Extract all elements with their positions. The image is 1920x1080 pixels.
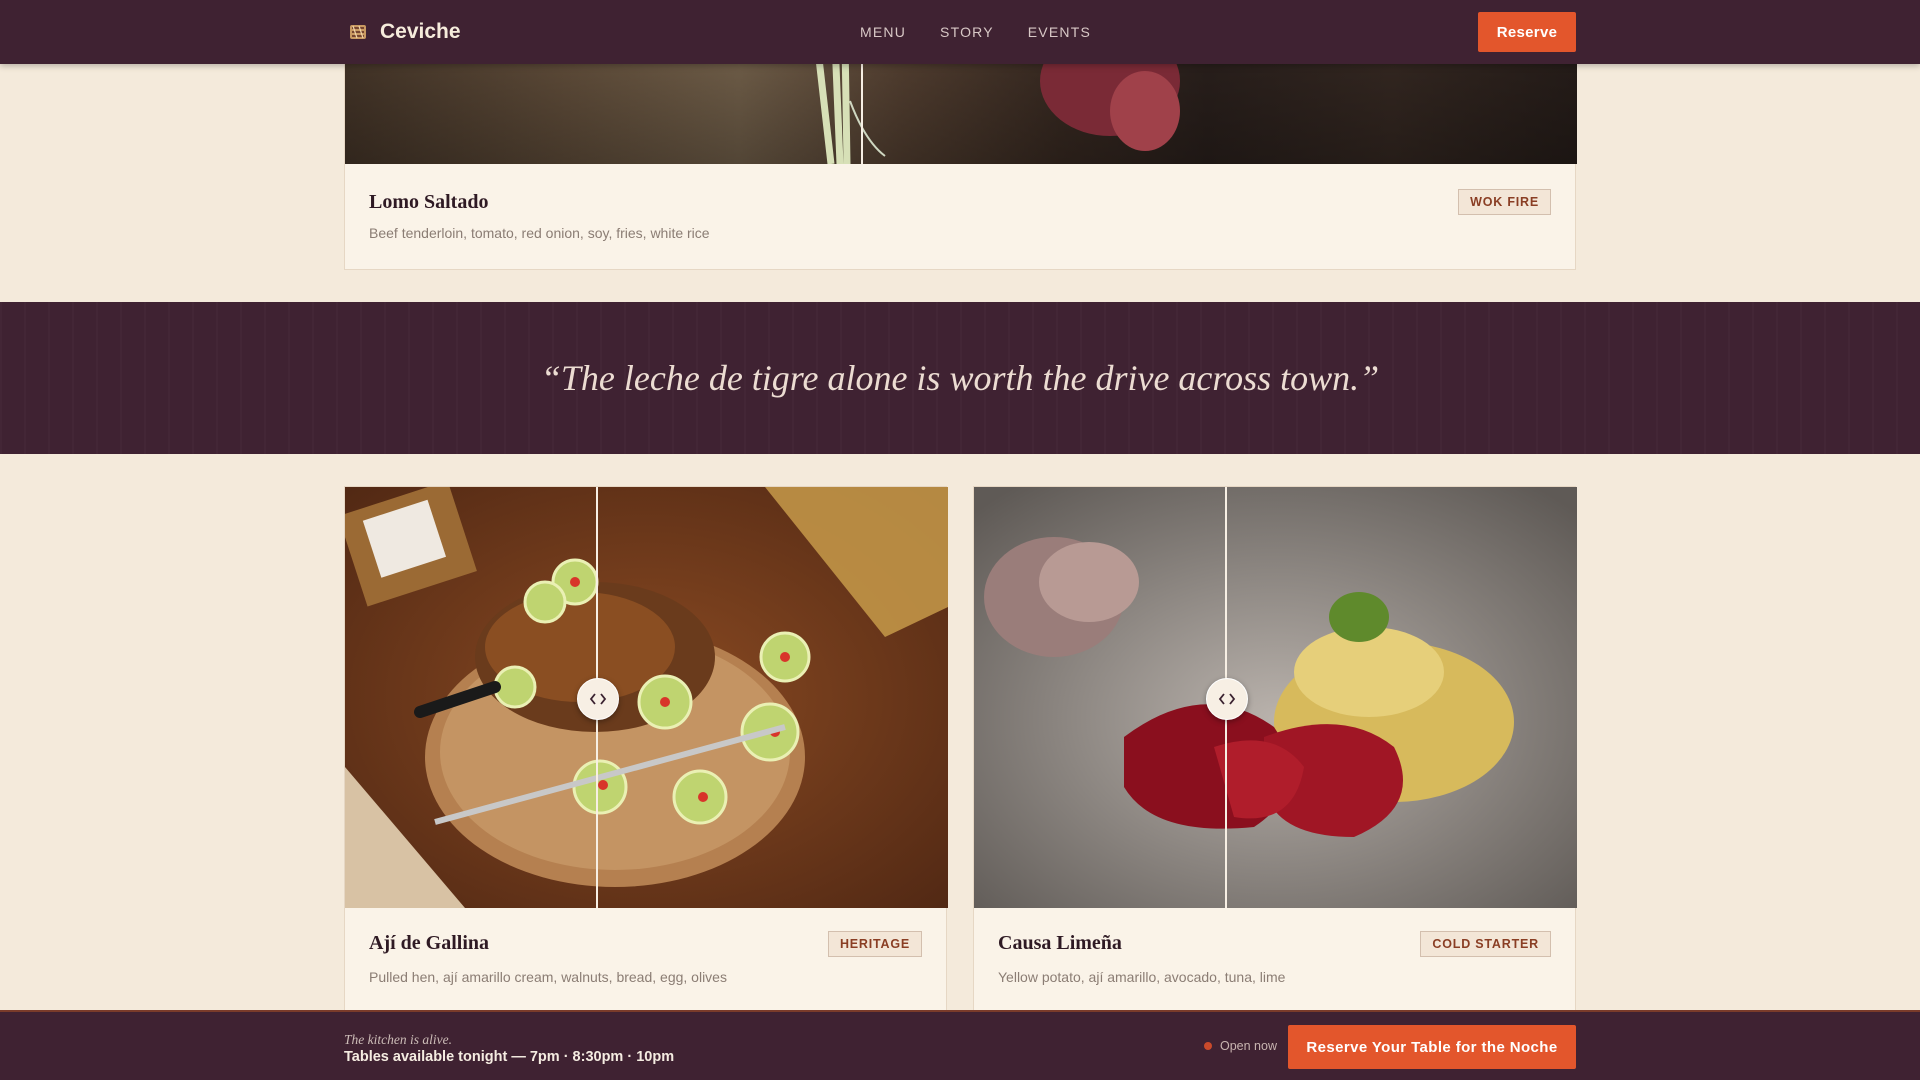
dish-description: Pulled hen, ají amarillo cream, walnuts,… [369,969,727,985]
dish-title: Lomo Saltado [369,191,489,213]
dish-photo-causa-limena [974,487,1577,908]
dish-card-causa-limena: Causa Limeña Yellow potato, ají amarillo… [973,486,1577,1026]
main-nav: MENU STORY EVENTS [860,0,1091,64]
dish-badge: HERITAGE [827,931,922,957]
brand-name: Ceviche [380,20,461,43]
brand-link[interactable]: Ceviche [348,0,461,64]
chevrons-left-right-icon [589,693,607,705]
dish-description: Yellow potato, ají amarillo, avocado, tu… [998,969,1286,985]
reserve-button[interactable]: Reserve [1478,12,1576,52]
dish-card-lomo-saltado: Lomo Saltado Beef tenderloin, tomato, re… [344,40,1577,270]
kitchen-tagline: The kitchen is alive. [344,1032,452,1047]
compare-slider-handle[interactable] [577,678,619,720]
dish-photo-aji-de-gallina [345,487,948,908]
reserve-table-button[interactable]: Reserve Your Table for the Noche [1288,1025,1576,1069]
sticky-reservation-bar: The kitchen is alive. Tables available t… [0,1010,1920,1080]
dish-card-aji-de-gallina: Ají de Gallina Pulled hen, ají amarillo … [344,486,948,1026]
tables-availability: Tables available tonight — 7pm · 8:30pm … [344,1049,675,1065]
open-status-label: Open now [1220,1039,1277,1053]
status-dot-icon [1204,1042,1212,1050]
food-photo-illustration [345,487,948,908]
open-status: Open now [1204,1012,1277,1080]
dish-description: Beef tenderloin, tomato, red onion, soy,… [369,225,710,241]
dish-badge: COLD STARTER [1420,931,1551,957]
dish-title: Causa Limeña [998,932,1122,954]
compare-slider-handle[interactable] [1206,678,1248,720]
nav-link-story[interactable]: STORY [940,24,994,40]
dish-badge: WOK FIRE [1458,189,1551,215]
ceviche-logo-icon [350,25,366,39]
nav-link-events[interactable]: EVENTS [1028,24,1091,40]
testimonial-band: “The leche de tigre alone is worth the d… [0,302,1920,454]
testimonial-quote: “The leche de tigre alone is worth the d… [540,358,1380,398]
top-navigation-bar: Ceviche MENU STORY EVENTS Reserve [0,0,1920,64]
chevrons-left-right-icon [1218,693,1236,705]
dish-title: Ají de Gallina [369,932,490,954]
nav-link-menu[interactable]: MENU [860,24,906,40]
food-photo-illustration [974,487,1577,908]
